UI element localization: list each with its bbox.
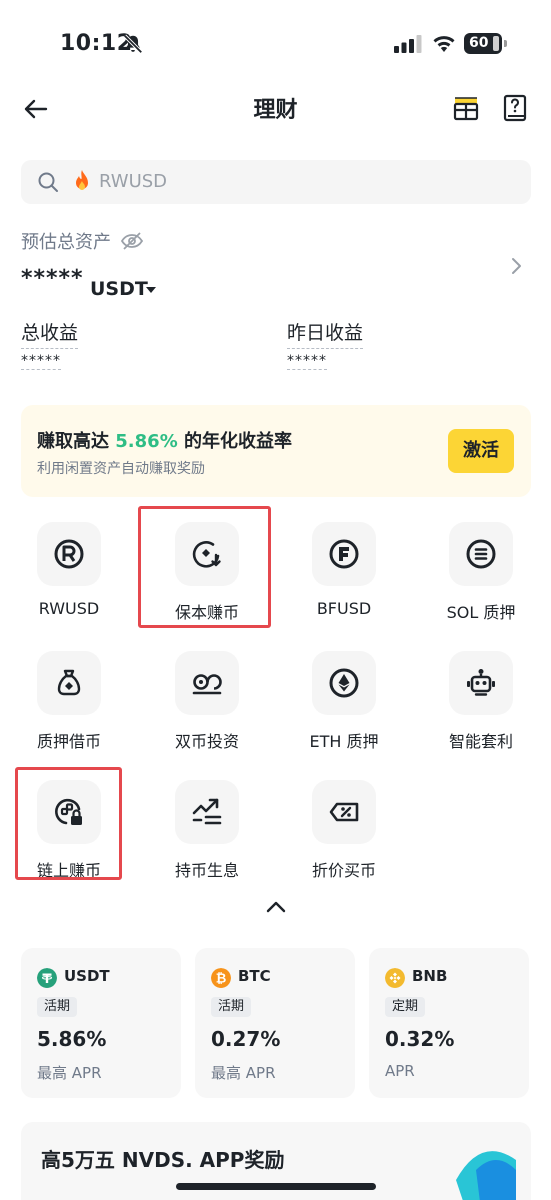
nav-bar: 理财: [0, 80, 551, 136]
coin-rate: 0.27%: [211, 1027, 281, 1051]
promo-subtitle: 利用闲置资产自动赚取奖励: [37, 461, 205, 477]
dual-investment-icon-tile: [175, 651, 239, 715]
battery-indicator: 60: [464, 33, 502, 54]
product-label: RWUSD: [38, 599, 100, 618]
caret-down-icon[interactable]: [145, 285, 157, 295]
highlight-box-principal-protected: [138, 506, 271, 628]
coin-apr-label: 最高 APR: [211, 1064, 276, 1082]
product-label: ETH 质押: [309, 732, 379, 751]
usdt-logo-icon: [37, 968, 57, 988]
chevron-right-icon[interactable]: [506, 254, 526, 278]
product-label: 双币投资: [174, 732, 239, 751]
bell-muted-icon: [123, 34, 143, 54]
product-discount-buy[interactable]: 折价买币: [279, 780, 409, 881]
fire-icon: [76, 170, 88, 190]
search-icon: [38, 172, 58, 192]
yesterday-earnings-value: *****: [287, 353, 327, 370]
product-label: SOL 质押: [446, 603, 516, 622]
product-label: 质押借币: [36, 732, 101, 751]
bnb-logo-icon: [385, 968, 405, 988]
product-sol-staking[interactable]: SOL 质押: [416, 522, 546, 623]
product-smart-arbitrage[interactable]: 智能套利: [416, 651, 546, 752]
coin-tag: 活期: [211, 997, 252, 1017]
currency-selector[interactable]: USDT: [90, 278, 148, 300]
banner-graphic-icon: [456, 1151, 516, 1200]
assets-label-row: 预估总资产: [21, 228, 144, 256]
bfusd-icon-tile: [312, 522, 376, 586]
rwusd-icon: [54, 539, 84, 569]
promo-banner[interactable]: 赚取高达 5.86% 的年化收益率 利用闲置资产自动赚取奖励 激活: [21, 405, 531, 497]
promo-title-suffix: 的年化收益率: [177, 431, 293, 452]
home-indicator[interactable]: [176, 1183, 376, 1190]
battery-fill: [493, 36, 499, 51]
eth-staking-icon: [329, 668, 359, 698]
wifi-icon: [433, 36, 455, 52]
coin-card-usdt[interactable]: USDT 活期 5.86% 最高 APR: [21, 948, 181, 1098]
btc-logo-icon: ₿: [211, 968, 231, 988]
bfusd-icon: [329, 539, 359, 569]
status-bar: 10:12 60: [0, 0, 551, 80]
coin-apr-label: APR: [385, 1062, 415, 1080]
coin-tag: 活期: [37, 997, 78, 1017]
product-hold-earn[interactable]: 持币生息: [142, 780, 272, 881]
coin-name: BTC: [238, 967, 271, 985]
coin-rate: 5.86%: [37, 1027, 107, 1051]
gift-icon[interactable]: [452, 94, 480, 122]
eye-hidden-icon[interactable]: [120, 229, 144, 253]
loan-bag-icon-tile: [37, 651, 101, 715]
dual-investment-icon: [192, 674, 222, 695]
sol-staking-icon-tile: [449, 522, 513, 586]
product-label: 折价买币: [311, 861, 376, 880]
product-dual-investment[interactable]: 双币投资: [142, 651, 272, 752]
coin-card-bnb[interactable]: BNB 定期 0.32% APR: [369, 948, 529, 1098]
product-label: 智能套利: [448, 732, 513, 751]
promo-title-prefix: 赚取高达: [37, 431, 116, 452]
product-label: BFUSD: [316, 599, 372, 618]
coin-name: USDT: [64, 967, 110, 985]
loan-bag-icon: [57, 669, 81, 696]
total-assets-value: *****: [21, 266, 84, 291]
yesterday-earnings[interactable]: 昨日收益 *****: [287, 318, 364, 370]
chevron-up-icon[interactable]: [264, 898, 288, 916]
product-rwusd[interactable]: RWUSD: [4, 522, 134, 618]
estimated-assets-label: 预估总资产: [21, 232, 111, 253]
yesterday-earnings-label: 昨日收益: [287, 318, 364, 349]
product-collateral-loan[interactable]: 质押借币: [4, 651, 134, 752]
product-eth-staking[interactable]: ETH 质押: [279, 651, 409, 752]
coin-tag: 定期: [385, 997, 426, 1017]
activate-button[interactable]: 激活: [448, 429, 514, 473]
coin-card-btc[interactable]: ₿ BTC 活期 0.27% 最高 APR: [195, 948, 355, 1098]
total-earnings-value: *****: [21, 353, 61, 370]
sol-staking-icon: [466, 539, 496, 569]
signal-icon: [394, 35, 422, 53]
battery-level: 60: [469, 35, 489, 51]
trend-up-icon: [192, 798, 222, 825]
help-book-icon[interactable]: [503, 94, 527, 122]
eth-staking-icon-tile: [312, 651, 376, 715]
discount-ticket-icon-tile: [312, 780, 376, 844]
discount-ticket-icon: [329, 802, 359, 822]
robot-icon-tile: [449, 651, 513, 715]
total-earnings-label: 总收益: [21, 318, 79, 349]
promo-title: 赚取高达 5.86% 的年化收益率: [37, 427, 292, 453]
banner-text: 高5万五 NVDS. APP奖励: [41, 1148, 285, 1172]
promo-rate: 5.86%: [115, 431, 178, 452]
search-bar[interactable]: RWUSD: [21, 160, 531, 204]
highlight-box-onchain-earn: [15, 767, 122, 880]
battery-tip: [504, 40, 507, 47]
product-bfusd[interactable]: BFUSD: [279, 522, 409, 618]
total-earnings[interactable]: 总收益 *****: [21, 318, 79, 370]
search-input[interactable]: RWUSD: [99, 171, 167, 192]
coin-apr-label: 最高 APR: [37, 1064, 102, 1082]
robot-icon: [467, 669, 495, 696]
svg-text:₿: ₿: [216, 972, 227, 987]
coin-rate: 0.32%: [385, 1027, 455, 1051]
coin-name: BNB: [412, 967, 448, 985]
trend-up-icon-tile: [175, 780, 239, 844]
product-label: 持币生息: [174, 861, 239, 880]
rwusd-icon-tile: [37, 522, 101, 586]
